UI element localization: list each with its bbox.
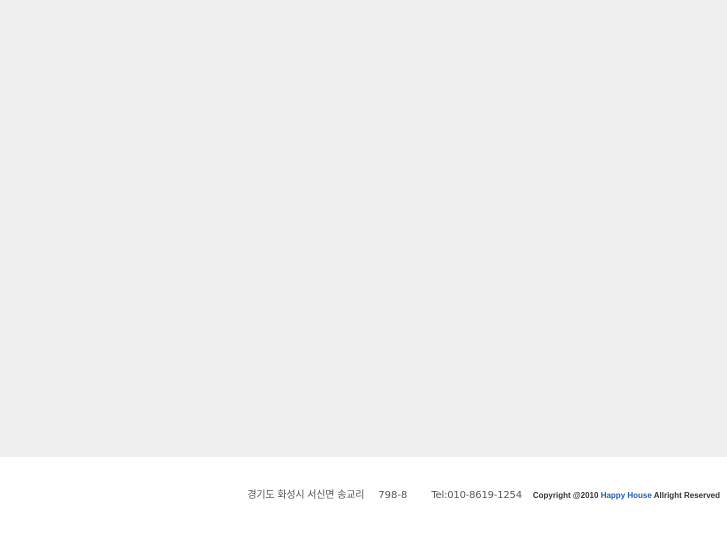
copyright-suffix: Allright Reserved xyxy=(653,491,720,500)
footer-phone: Tel:010-8619-1254 xyxy=(431,490,522,501)
footer-address: 경기도 화성시 서신면 송교리 xyxy=(247,490,365,501)
page: 경기도 화성시 서신면 송교리 798-8 Tel:010-8619-1254 … xyxy=(0,0,727,545)
footer: 경기도 화성시 서신면 송교리 798-8 Tel:010-8619-1254 … xyxy=(0,457,727,545)
footer-copyright: Copyright @2010 Happy House Allright Res… xyxy=(533,491,720,500)
copyright-prefix: Copyright @2010 xyxy=(532,491,599,500)
footer-address-number: 798-8 xyxy=(378,490,408,501)
copyright-brand: Happy House xyxy=(600,491,652,500)
footer-info-line: 경기도 화성시 서신면 송교리 798-8 Tel:010-8619-1254 … xyxy=(247,486,720,501)
main-content-area xyxy=(0,0,727,457)
